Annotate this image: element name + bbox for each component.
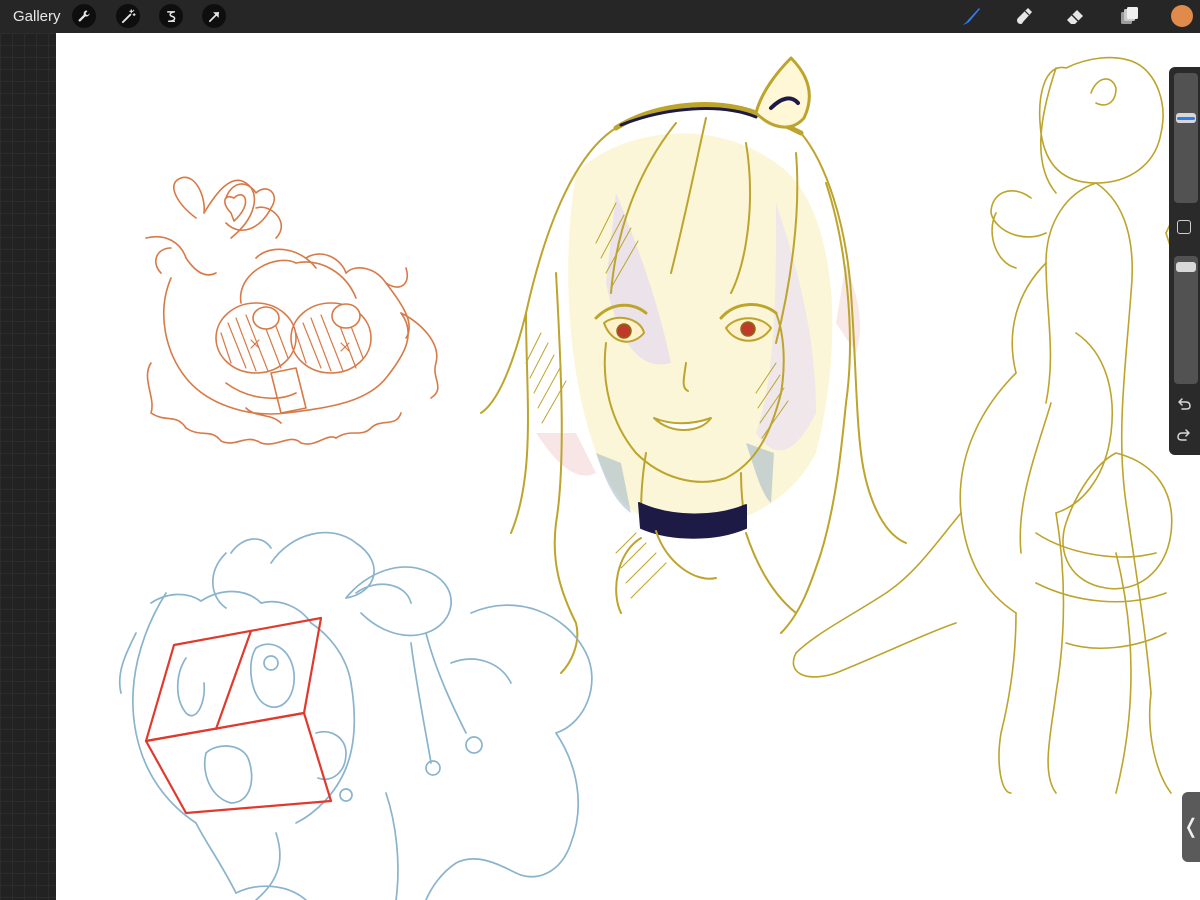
right-sidebar bbox=[1169, 67, 1200, 455]
top-toolbar: Gallery bbox=[0, 0, 1200, 33]
procreate-app: Gallery ❬ bbox=[0, 0, 1200, 900]
color-picker-swatch[interactable] bbox=[1171, 5, 1193, 27]
undo-icon[interactable] bbox=[1175, 395, 1193, 413]
brush-size-slider[interactable] bbox=[1174, 73, 1198, 203]
magic-wand-icon[interactable] bbox=[116, 4, 140, 28]
background-grid bbox=[0, 33, 56, 900]
gallery-button[interactable]: Gallery bbox=[13, 7, 61, 26]
red-construction-boxes bbox=[144, 616, 333, 815]
opacity-thumb[interactable] bbox=[1176, 262, 1196, 272]
brush-size-marker bbox=[1177, 117, 1195, 120]
girl-portrait-sketch bbox=[480, 56, 907, 674]
figure-gesture-sketch bbox=[792, 56, 1194, 794]
brush-icon[interactable] bbox=[959, 4, 983, 28]
wrench-icon[interactable] bbox=[72, 4, 96, 28]
eraser-icon[interactable] bbox=[1064, 4, 1088, 28]
redo-icon[interactable] bbox=[1175, 426, 1193, 444]
drawing-canvas[interactable] bbox=[56, 33, 1200, 900]
chevron-left-icon: ❬ bbox=[1182, 816, 1200, 838]
opacity-slider[interactable] bbox=[1174, 256, 1198, 384]
transform-arrow-icon[interactable] bbox=[202, 4, 226, 28]
smudge-icon[interactable] bbox=[1012, 4, 1036, 28]
modify-button[interactable] bbox=[1177, 220, 1191, 234]
panel-toggle-handle[interactable]: ❬ bbox=[1182, 792, 1200, 862]
layers-icon[interactable] bbox=[1117, 4, 1141, 28]
blue-character-sketch bbox=[118, 531, 593, 900]
orange-creature-sketch bbox=[145, 176, 439, 445]
selection-icon[interactable] bbox=[159, 4, 183, 28]
